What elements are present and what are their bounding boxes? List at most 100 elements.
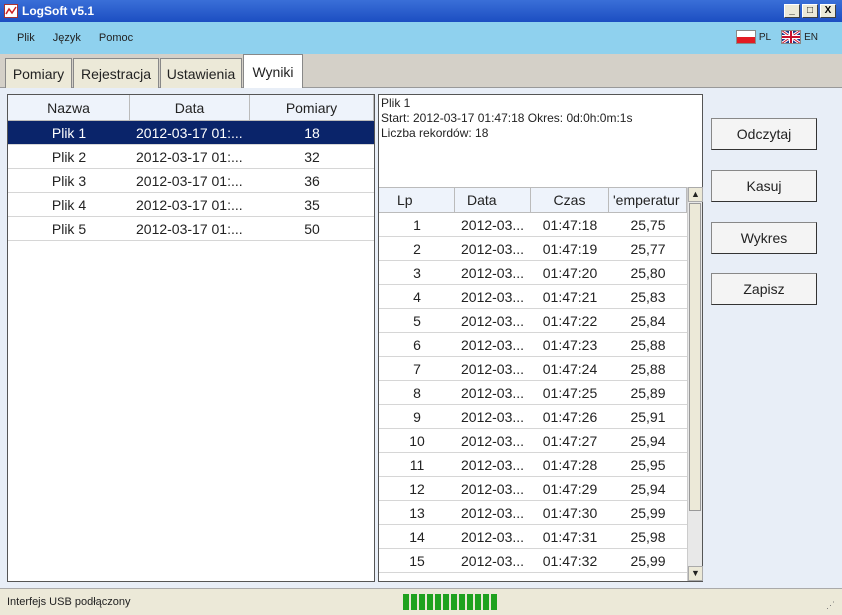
progress-segment (403, 594, 409, 610)
tab-wyniki[interactable]: Wyniki (243, 54, 303, 88)
file-name: Plik 1 (381, 96, 411, 110)
resize-grip-icon[interactable]: ⋰ (826, 600, 838, 612)
file-count-cell: 36 (304, 172, 320, 189)
record-row[interactable]: 11 2012-03... 01:47:28 25,95 (379, 453, 702, 477)
record-temp-cell: 25,91 (630, 408, 666, 425)
flag-uk-icon[interactable] (781, 30, 802, 44)
tab-rejestracja[interactable]: Rejestracja (73, 58, 159, 88)
record-date-cell: 2012-03... (461, 312, 525, 329)
record-lp-cell: 14 (409, 528, 425, 545)
record-lp-cell: 12 (409, 480, 425, 497)
column-header-nazwa[interactable]: Nazwa (8, 95, 130, 120)
record-lp-cell: 15 (409, 552, 425, 569)
record-time-cell: 01:47:32 (542, 552, 598, 569)
column-header-temperatura[interactable]: 'emperatur (609, 188, 687, 212)
record-date-cell: 2012-03... (461, 216, 525, 233)
tab-ustawienia[interactable]: Ustawienia (160, 58, 242, 88)
app-icon (4, 4, 18, 18)
record-lp-cell: 10 (409, 432, 425, 449)
record-time-cell: 01:47:23 (542, 336, 598, 353)
record-lp-cell: 9 (413, 408, 421, 425)
record-time-cell: 01:47:30 (542, 504, 598, 521)
record-time-cell: 01:47:31 (542, 528, 598, 545)
lang-pl-label[interactable]: PL (759, 32, 771, 43)
maximize-button[interactable]: □ (802, 4, 818, 18)
status-bar: Interfejs USB podłączony ⋰ (0, 588, 842, 615)
record-row[interactable]: 7 2012-03... 01:47:24 25,88 (379, 357, 702, 381)
file-row[interactable]: Plik 4 2012-03-17 01:... 35 (8, 193, 374, 217)
file-date-cell: 2012-03-17 01:... (136, 220, 243, 237)
file-row[interactable]: Plik 1 2012-03-17 01:... 18 (8, 121, 374, 145)
delete-button[interactable]: Kasuj (711, 170, 817, 202)
column-header-czas[interactable]: Czas (531, 188, 609, 212)
record-row[interactable]: 14 2012-03... 01:47:31 25,98 (379, 525, 702, 549)
record-lp-cell: 3 (413, 264, 421, 281)
record-time-cell: 01:47:22 (542, 312, 598, 329)
record-lp-cell: 2 (413, 240, 421, 257)
files-table: Nazwa Data Pomiary Plik 1 2012-03-17 01:.… (7, 94, 375, 582)
file-row[interactable]: Plik 3 2012-03-17 01:... 36 (8, 169, 374, 193)
record-time-cell: 01:47:20 (542, 264, 598, 281)
column-header-data[interactable]: Data (455, 188, 531, 212)
minimize-button[interactable]: _ (784, 4, 800, 18)
tab-pomiary[interactable]: Pomiary (5, 58, 72, 88)
record-temp-cell: 25,84 (630, 312, 666, 329)
record-date-cell: 2012-03... (461, 504, 525, 521)
chart-button[interactable]: Wykres (711, 222, 817, 254)
scroll-down-icon[interactable]: ▼ (688, 566, 703, 581)
record-lp-cell: 11 (409, 456, 425, 473)
record-date-cell: 2012-03... (461, 384, 525, 401)
record-row[interactable]: 9 2012-03... 01:47:26 25,91 (379, 405, 702, 429)
read-button[interactable]: Odczytaj (711, 118, 817, 150)
column-header-pomiary[interactable]: Pomiary (250, 95, 374, 120)
progress-segment (483, 594, 489, 610)
column-header-data[interactable]: Data (130, 95, 250, 120)
record-row[interactable]: 5 2012-03... 01:47:22 25,84 (379, 309, 702, 333)
menu-jezyk[interactable]: Język (44, 32, 90, 44)
progress-segment (467, 594, 473, 610)
record-row[interactable]: 12 2012-03... 01:47:29 25,94 (379, 477, 702, 501)
records-table: Lp Data Czas 'emperatur 1 2012-03... 01:47… (379, 187, 703, 581)
file-count-cell: 35 (304, 196, 320, 213)
language-switcher: PL EN (735, 30, 828, 44)
flag-pl-icon[interactable] (735, 30, 756, 44)
record-temp-cell: 25,89 (630, 384, 666, 401)
progress-segment (491, 594, 497, 610)
progress-segment (443, 594, 449, 610)
menu-bar: Plik Język Pomoc PL EN (0, 22, 842, 54)
record-row[interactable]: 3 2012-03... 01:47:20 25,80 (379, 261, 702, 285)
progress-segment (451, 594, 457, 610)
record-temp-cell: 25,77 (630, 240, 666, 257)
record-date-cell: 2012-03... (461, 408, 525, 425)
records-scrollbar[interactable]: ▲ ▼ (687, 187, 703, 581)
progress-segment (475, 594, 481, 610)
files-table-header: Nazwa Data Pomiary (8, 95, 374, 121)
record-row[interactable]: 1 2012-03... 01:47:18 25,75 (379, 213, 702, 237)
record-row[interactable]: 13 2012-03... 01:47:30 25,99 (379, 501, 702, 525)
record-row[interactable]: 10 2012-03... 01:47:27 25,94 (379, 429, 702, 453)
record-date-cell: 2012-03... (461, 528, 525, 545)
file-date-cell: 2012-03-17 01:... (136, 148, 243, 165)
record-date-cell: 2012-03... (461, 552, 525, 569)
lang-en-label[interactable]: EN (804, 32, 818, 43)
record-row[interactable]: 15 2012-03... 01:47:32 25,99 (379, 549, 702, 573)
record-time-cell: 01:47:25 (542, 384, 598, 401)
save-button[interactable]: Zapisz (711, 273, 817, 305)
record-temp-cell: 25,95 (630, 456, 666, 473)
record-row[interactable]: 4 2012-03... 01:47:21 25,83 (379, 285, 702, 309)
file-row[interactable]: Plik 5 2012-03-17 01:... 50 (8, 217, 374, 241)
record-time-cell: 01:47:24 (542, 360, 598, 377)
close-button[interactable]: X (820, 4, 836, 18)
file-count-cell: 18 (304, 124, 320, 141)
file-row[interactable]: Plik 2 2012-03-17 01:... 32 (8, 145, 374, 169)
menu-pomoc[interactable]: Pomoc (90, 32, 142, 44)
file-count-cell: 50 (304, 220, 320, 237)
scroll-thumb[interactable] (689, 203, 701, 511)
record-row[interactable]: 6 2012-03... 01:47:23 25,88 (379, 333, 702, 357)
scroll-up-icon[interactable]: ▲ (688, 187, 703, 202)
record-time-cell: 01:47:18 (542, 216, 598, 233)
record-row[interactable]: 8 2012-03... 01:47:25 25,89 (379, 381, 702, 405)
record-row[interactable]: 2 2012-03... 01:47:19 25,77 (379, 237, 702, 261)
column-header-lp[interactable]: Lp (379, 188, 455, 212)
menu-plik[interactable]: Plik (8, 32, 44, 44)
